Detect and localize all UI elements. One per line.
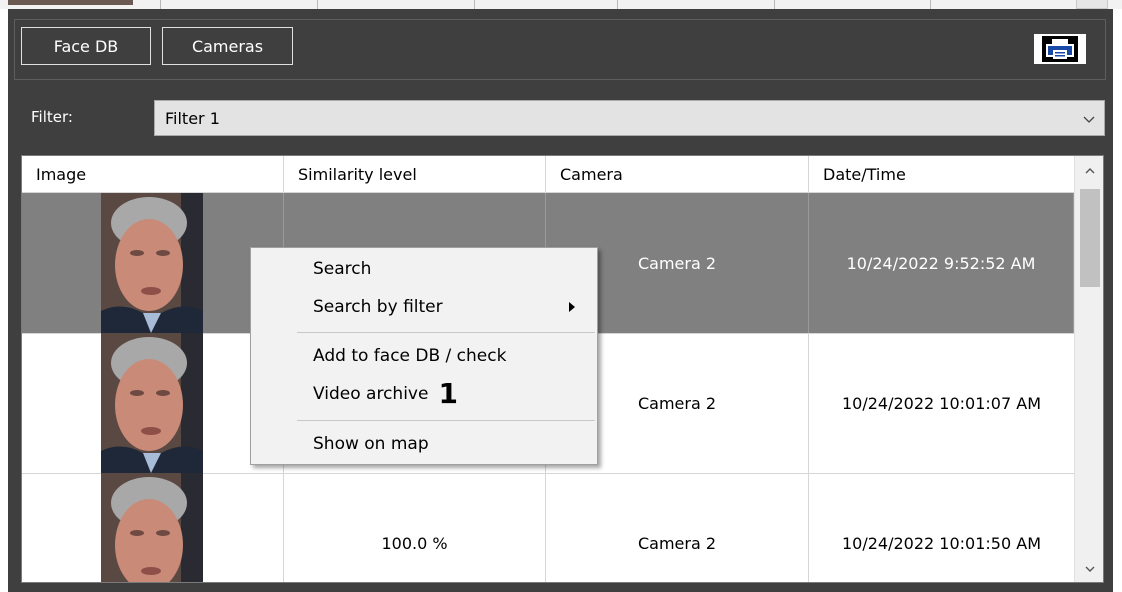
column-header-camera[interactable]: Camera	[546, 156, 809, 192]
table-header: Image Similarity level Camera Date/Time	[22, 156, 1074, 193]
column-header-datetime[interactable]: Date/Time	[809, 156, 1074, 192]
menu-item-show-on-map[interactable]: Show on map	[313, 429, 429, 459]
datetime-cell: 10/24/2022 10:01:07 AM	[842, 393, 1041, 413]
face-db-button[interactable]: Face DB	[21, 27, 151, 65]
menu-separator	[297, 332, 595, 333]
menu-item-search-by-filter[interactable]: Search by filter	[313, 292, 443, 322]
column-divider	[617, 0, 618, 9]
filter-label: Filter:	[31, 108, 73, 126]
face-thumbnail	[101, 193, 203, 333]
column-header-image[interactable]: Image	[22, 156, 284, 192]
filter-dropdown[interactable]: Filter 1	[154, 100, 1105, 136]
vertical-scrollbar[interactable]	[1074, 156, 1103, 582]
face-thumbnail	[101, 473, 203, 582]
chevron-down-icon	[1085, 566, 1095, 572]
menu-gutter	[251, 248, 291, 464]
scrollbar-thumb[interactable]	[1080, 189, 1100, 287]
datetime-cell: 10/24/2022 9:52:52 AM	[809, 193, 1074, 333]
submenu-arrow-icon	[569, 302, 575, 312]
image-cell	[22, 473, 284, 582]
thumbnail-edge	[8, 0, 133, 5]
menu-item-video-archive-row[interactable]: Video archive 1	[313, 379, 458, 409]
column-header-similarity[interactable]: Similarity level	[284, 156, 546, 192]
menu-item-search[interactable]: Search	[313, 254, 371, 284]
column-divider	[160, 0, 161, 9]
column-divider	[317, 0, 318, 9]
context-menu: Search Search by filter Add to face DB /…	[250, 247, 598, 465]
column-divider	[474, 0, 475, 9]
print-button[interactable]	[1034, 34, 1086, 64]
image-cell	[22, 193, 284, 333]
column-divider	[930, 0, 931, 9]
camera-cell: Camera 2	[546, 473, 809, 582]
filter-value: Filter 1	[165, 108, 220, 128]
scroll-up-button[interactable]	[1075, 156, 1103, 186]
printer-icon	[1042, 36, 1078, 62]
table-row[interactable]: 100.0 % Camera 2 10/24/2022 10:01:50 AM	[22, 473, 1074, 582]
datetime-cell: 10/24/2022 10:01:50 AM	[842, 533, 1041, 553]
menu-separator	[297, 420, 595, 421]
face-thumbnail	[101, 333, 203, 473]
top-strip	[0, 0, 1122, 9]
menu-item-add-to-face-db[interactable]: Add to face DB / check	[313, 341, 506, 371]
image-cell	[22, 333, 284, 473]
scroll-down-button[interactable]	[1075, 554, 1103, 582]
chevron-down-icon	[1074, 109, 1104, 128]
chevron-up-icon	[1085, 168, 1095, 174]
similarity-cell: 100.0 %	[284, 473, 546, 582]
callout-number: 1	[438, 377, 458, 410]
column-divider	[774, 0, 775, 9]
cameras-button[interactable]: Cameras	[162, 27, 293, 65]
scroll-box	[1076, 0, 1108, 9]
menu-item-video-archive: Video archive	[313, 384, 429, 404]
